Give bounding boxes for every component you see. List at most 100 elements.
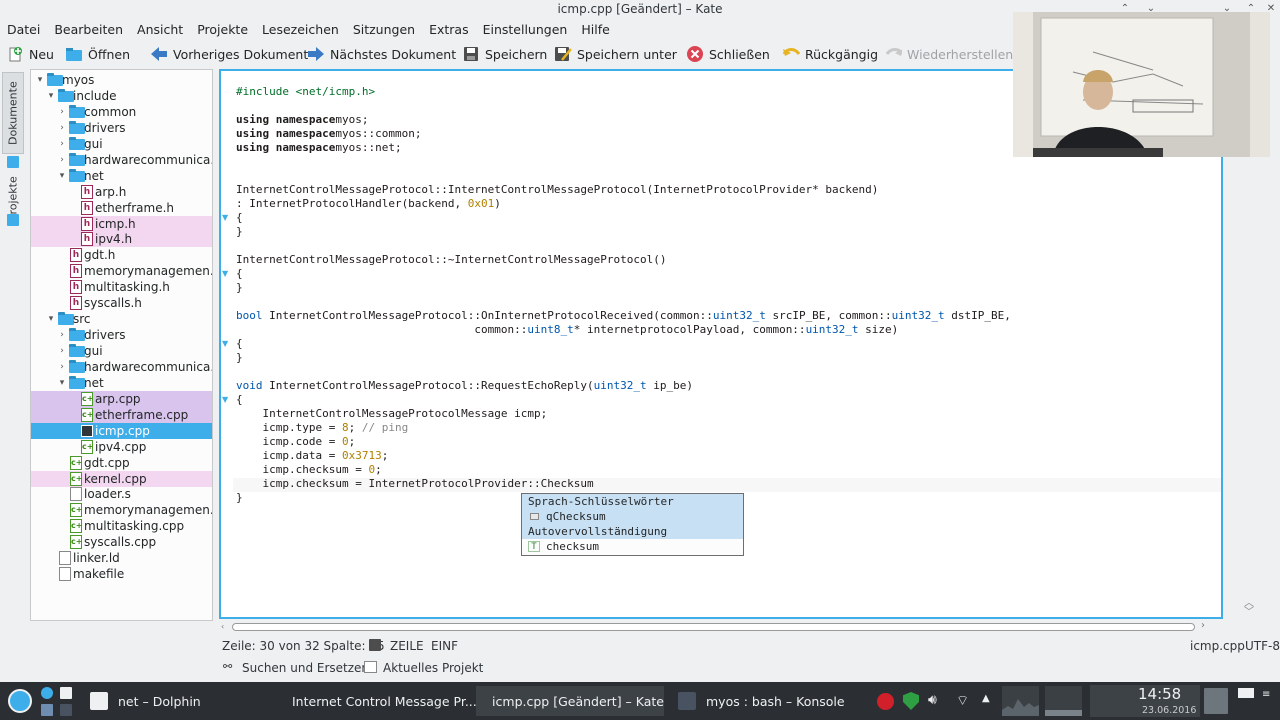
redo-button[interactable]: Wiederherstellen (884, 42, 1013, 66)
tree-item[interactable]: h arp.h (31, 184, 212, 200)
fold-marker-icon[interactable]: ▼ (222, 269, 232, 278)
chevron-down-icon[interactable]: ▾ (35, 72, 45, 88)
fold-marker-icon[interactable]: ▼ (222, 395, 232, 404)
chevron-down-icon[interactable]: ▾ (57, 375, 67, 391)
tree-item[interactable]: › gui (31, 343, 212, 359)
task-button[interactable]: icmp.cpp [Geändert] – Kate (476, 686, 664, 716)
chevron-down-icon[interactable]: ▾ (57, 168, 67, 184)
tree-item[interactable]: ▾ net (31, 375, 212, 391)
tree-item[interactable]: › drivers (31, 327, 212, 343)
tree-item[interactable]: › hardwarecommunica... (31, 359, 212, 375)
menu-lesezeichen[interactable]: Lesezeichen (255, 19, 346, 40)
grid-icon[interactable] (41, 704, 53, 716)
tree-item[interactable]: c+ memorymanagemen... (31, 502, 212, 518)
chevron-right-icon[interactable]: › (57, 104, 67, 120)
horizontal-scroll-thumb[interactable] (232, 623, 1195, 631)
clock-widget[interactable]: 14:58 23.06.2016 (1090, 685, 1200, 717)
tree-item[interactable]: › hardwarecommunica... (31, 152, 212, 168)
tree-item[interactable]: makefile (31, 566, 212, 582)
task-button[interactable]: Internet Control Message Pr... (276, 686, 477, 716)
menu-ansicht[interactable]: Ansicht (130, 19, 190, 40)
tree-item[interactable]: c+ syscalls.cpp (31, 534, 212, 550)
previous-document-button[interactable]: Vorheriges Dokument (150, 42, 308, 66)
insert-mode[interactable]: EINF (431, 639, 458, 653)
completion-item-checksum[interactable]: T checksum (522, 539, 743, 554)
tree-item[interactable]: c+ multitasking.cpp (31, 518, 212, 534)
panel-options-icon[interactable]: ≡ (1262, 689, 1270, 700)
tree-item[interactable]: c+ gdt.cpp (31, 455, 212, 471)
completion-item-qchecksum[interactable]: qChecksum (522, 509, 743, 524)
chevron-down-icon[interactable]: ▾ (46, 311, 56, 327)
modified-save-icon[interactable] (369, 639, 381, 651)
tree-item-label: memorymanagemen... (84, 503, 213, 518)
tree-item[interactable]: › common (31, 104, 212, 120)
tray-expand-icon[interactable]: ▲ (982, 693, 990, 704)
chevron-right-icon[interactable]: › (57, 327, 67, 343)
fold-marker-icon[interactable]: ▼ (222, 339, 232, 348)
tree-item[interactable]: ▾ src (31, 311, 212, 327)
menu-projekte[interactable]: Projekte (190, 19, 255, 40)
new-button[interactable]: Neu (6, 42, 54, 66)
tree-item[interactable]: h gdt.h (31, 247, 212, 263)
tree-item[interactable]: c+ kernel.cpp (31, 470, 212, 487)
chevron-right-icon[interactable]: › (57, 120, 67, 136)
next-document-button[interactable]: Nächstes Dokument (307, 42, 456, 66)
tree-item[interactable]: h ipv4.h (31, 231, 212, 248)
save-button[interactable]: Speichern (462, 42, 547, 66)
tree-item[interactable]: ▾ myos (31, 72, 212, 88)
tree-item[interactable]: linker.ld (31, 550, 212, 566)
tree-item[interactable]: h etherframe.h (31, 200, 212, 216)
files-icon[interactable] (60, 687, 72, 699)
fold-marker-icon[interactable]: ▼ (222, 213, 232, 222)
menu-bearbeiten[interactable]: Bearbeiten (47, 19, 130, 40)
chevron-down-icon[interactable]: ▾ (46, 88, 56, 104)
task-button[interactable]: myos : bash – Konsole (672, 686, 872, 716)
browser-globe-icon[interactable] (41, 687, 53, 699)
selection-mode[interactable]: ZEILE (390, 639, 424, 653)
menu-einstellungen[interactable]: Einstellungen (476, 19, 575, 40)
tree-item[interactable]: › gui (31, 136, 212, 152)
tree-item[interactable]: loader.s (31, 486, 212, 502)
menu-sitzungen[interactable]: Sitzungen (346, 19, 422, 40)
tree-item[interactable]: c+ etherframe.cpp (31, 406, 212, 423)
chevron-right-icon[interactable]: › (57, 359, 67, 375)
menu-hilfe[interactable]: Hilfe (574, 19, 616, 40)
launcher-icon[interactable] (8, 689, 32, 713)
encoding[interactable]: UTF-8 (1245, 639, 1280, 653)
tree-item[interactable]: h syscalls.h (31, 295, 212, 311)
tree-item[interactable]: h memorymanagemen... (31, 263, 212, 279)
terminal-small-icon[interactable] (60, 704, 72, 716)
undo-button[interactable]: Rückgängig (782, 42, 878, 66)
close-button[interactable]: Schließen (686, 42, 770, 66)
open-button[interactable]: Öffnen (65, 42, 130, 66)
chevron-right-icon[interactable]: › (57, 152, 67, 168)
tree-item[interactable]: ▾ include (31, 88, 212, 104)
menu-datei[interactable]: Datei (0, 19, 47, 40)
volume-icon[interactable]: 🔊︎ (928, 692, 937, 708)
desktop-icon[interactable] (1238, 688, 1254, 698)
tree-item[interactable]: › drivers (31, 120, 212, 136)
tab-documents[interactable]: Dokumente (2, 72, 24, 154)
tab-current-project[interactable]: Aktuelles Projekt (383, 661, 483, 675)
tree-item[interactable]: h icmp.h (31, 215, 212, 232)
record-icon[interactable] (877, 693, 894, 710)
tree-item[interactable]: ▾ net (31, 168, 212, 184)
shield-icon[interactable] (903, 692, 919, 710)
tree-item[interactable]: h multitasking.h (31, 279, 212, 295)
tree-item[interactable]: c+ ipv4.cpp (31, 439, 212, 455)
wifi-icon[interactable]: ⌔ (956, 692, 969, 710)
menu-extras[interactable]: Extras (422, 19, 476, 40)
scroll-buttons-icon[interactable]: ︿ ﹀ (1244, 599, 1254, 618)
chevron-right-icon[interactable]: › (57, 343, 67, 359)
tab-search-replace[interactable]: Suchen und Ersetzen (242, 661, 369, 675)
tree-item[interactable]: icmp.cpp (31, 422, 212, 439)
chevron-right-icon[interactable]: › (57, 136, 67, 152)
scroll-right-icon[interactable]: › (1201, 620, 1205, 631)
tree-item[interactable]: c+ arp.cpp (31, 390, 212, 407)
completion-item-checksum-label: checksum (546, 540, 599, 553)
save-as-button[interactable]: Speichern unter (554, 42, 677, 66)
scroll-left-icon[interactable]: ‹ (221, 622, 227, 631)
task-button[interactable]: net – Dolphin (84, 686, 269, 716)
pager-icon[interactable] (1204, 688, 1228, 714)
horizontal-scrollbar[interactable]: ‹ › (219, 620, 1223, 634)
